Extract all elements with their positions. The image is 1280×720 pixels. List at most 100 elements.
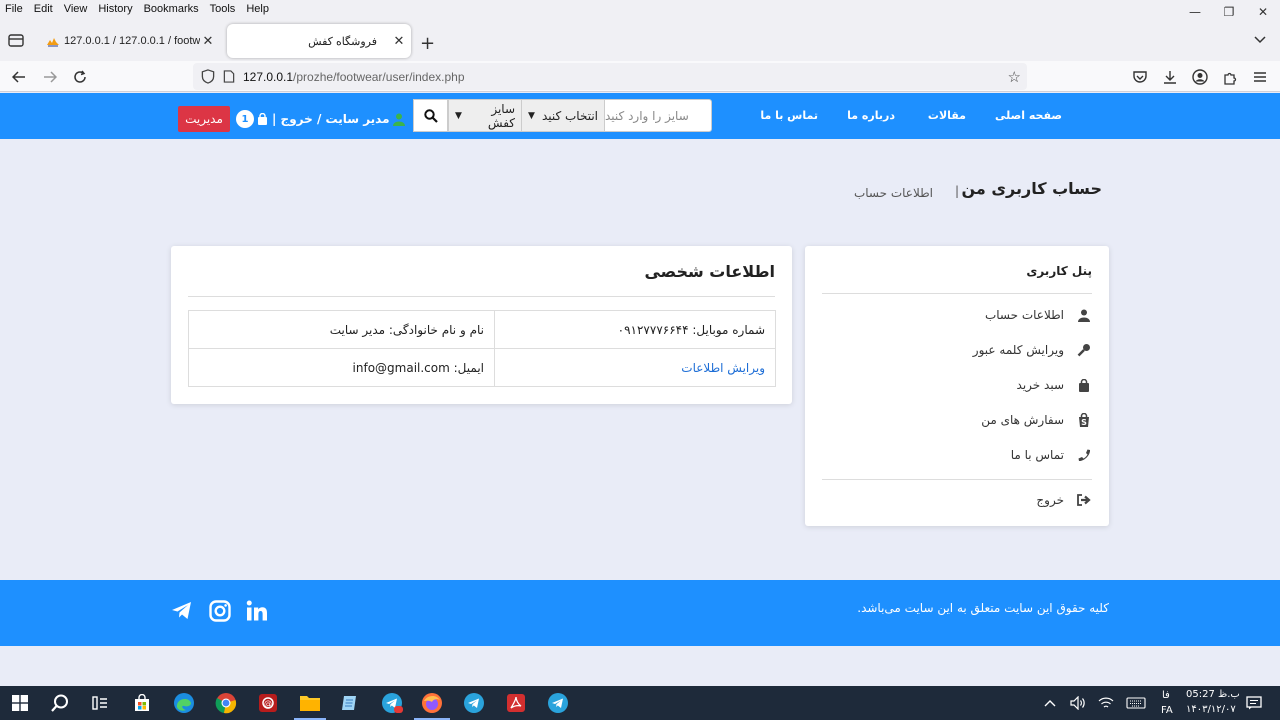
- input-language[interactable]: FA: [1161, 705, 1173, 716]
- svg-text:S: S: [1081, 418, 1087, 427]
- nav-articles[interactable]: مقالات: [928, 109, 966, 122]
- table-row: ایمیل: info@gmail.com ویرایش اطلاعات: [188, 348, 776, 387]
- url-bar[interactable]: 127.0.0.1/prozhe/footwear/user/index.php…: [193, 63, 1027, 90]
- reload-icon[interactable]: [70, 67, 90, 87]
- sidebar-item-cart[interactable]: سبد خرید: [1017, 375, 1092, 395]
- sidebar-item-label: ویرایش کلمه عبور: [972, 343, 1064, 357]
- download-icon[interactable]: [1160, 67, 1180, 87]
- telegram-icon[interactable]: [379, 690, 405, 716]
- file-explorer-icon[interactable]: [297, 690, 323, 716]
- edit-info-cell: ویرایش اطلاعات: [494, 348, 776, 387]
- menu-bookmarks[interactable]: Bookmarks: [138, 3, 204, 15]
- volume-icon[interactable]: [1067, 690, 1089, 716]
- menu-edit[interactable]: Edit: [28, 3, 58, 15]
- windows-taskbar: @ فا FA 05:27 ب.ظ ۱۴۰۳/۱۲/۰۷: [0, 686, 1280, 720]
- sidebar-item-contact[interactable]: تماس با ما: [1011, 445, 1092, 465]
- tab-footwear-store[interactable]: فروشگاه کفش ✕: [227, 24, 411, 58]
- svg-text:@: @: [264, 699, 272, 708]
- keyboard-icon[interactable]: [1123, 690, 1149, 716]
- user-logout-link[interactable]: مدیر سایت / خروج |: [272, 112, 390, 126]
- shopify-bag-icon: S: [1076, 412, 1092, 428]
- menu-history[interactable]: History: [92, 3, 137, 15]
- nav-home[interactable]: صفحه اصلی: [995, 109, 1062, 122]
- search-button[interactable]: [413, 99, 448, 132]
- menu-view[interactable]: View: [58, 3, 93, 15]
- full-name-value: نام و نام خانوادگی: مدیر سایت: [188, 310, 495, 349]
- search-icon[interactable]: [47, 690, 73, 716]
- menu-tools[interactable]: Tools: [204, 3, 241, 15]
- divider: [822, 479, 1092, 480]
- sidebar-item-label: سفارش های من: [981, 413, 1064, 427]
- choose-select-value: انتخاب کنید: [541, 108, 598, 123]
- chevron-down-icon: ▼: [528, 110, 535, 121]
- telegram-icon[interactable]: [170, 599, 194, 623]
- sidebar-item-account-info[interactable]: اطلاعات حساب: [985, 305, 1092, 325]
- tab-phpmyadmin[interactable]: 127.0.0.1 / 127.0.0.1 / footwear ✕: [40, 24, 220, 58]
- personal-info-table: نام و نام خانوادگی: مدیر سایت شماره موبا…: [188, 310, 776, 387]
- input-language-fa[interactable]: فا: [1162, 690, 1170, 701]
- sidebar-item-label: تماس با ما: [1010, 448, 1064, 462]
- divider: [822, 293, 1092, 294]
- edit-info-link[interactable]: ویرایش اطلاعات: [681, 361, 765, 375]
- forward-arrow-icon[interactable]: [40, 67, 60, 87]
- nav-about[interactable]: درباره ما: [847, 109, 895, 122]
- extensions-icon[interactable]: [1220, 67, 1240, 87]
- notepad-icon[interactable]: [337, 690, 363, 716]
- url-host: 127.0.0.1: [243, 69, 294, 84]
- chevron-up-icon[interactable]: [1040, 690, 1060, 716]
- new-tab-button[interactable]: +: [420, 33, 435, 54]
- sidebar-item-logout[interactable]: خروج: [1036, 490, 1092, 510]
- firefox-icon[interactable]: [419, 690, 445, 716]
- task-view-icon[interactable]: [87, 690, 113, 716]
- nav-contact[interactable]: تماس با ما: [760, 109, 818, 122]
- sidebar-item-my-orders[interactable]: S سفارش های من: [981, 410, 1092, 430]
- tab-list-icon[interactable]: [7, 32, 25, 48]
- telegram-icon[interactable]: [545, 690, 571, 716]
- breadcrumb: اطلاعات حساب: [853, 186, 933, 200]
- clock-date[interactable]: ۱۴۰۳/۱۲/۰۷: [1186, 704, 1236, 715]
- shoe-size-select[interactable]: سایز کفش ▼: [448, 99, 522, 132]
- size-search-input[interactable]: سایز را وارد کنید: [604, 99, 712, 132]
- close-tab-icon[interactable]: ✕: [200, 33, 216, 49]
- close-tab-icon[interactable]: ✕: [391, 33, 407, 49]
- hamburger-menu-icon[interactable]: [1250, 67, 1270, 87]
- page-title: حساب کاربری من: [961, 179, 1103, 198]
- menu-file[interactable]: File: [0, 3, 28, 15]
- page-icon[interactable]: [223, 70, 235, 83]
- admin-button[interactable]: مدیریت: [178, 106, 230, 132]
- user-panel-card: پنل کاربری اطلاعات حساب ویرایش کلمه عبور…: [805, 246, 1109, 526]
- store-icon[interactable]: [129, 690, 155, 716]
- sidebar-item-label: سبد خرید: [1016, 378, 1064, 392]
- chrome-icon[interactable]: [213, 690, 239, 716]
- back-arrow-icon[interactable]: [9, 67, 29, 87]
- instagram-icon[interactable]: [208, 599, 232, 623]
- chevron-down-icon[interactable]: [1254, 33, 1266, 47]
- shield-icon[interactable]: [201, 69, 215, 84]
- app-red-icon[interactable]: @: [255, 690, 281, 716]
- phpmyadmin-favicon-icon: [47, 38, 59, 47]
- site-footer: کلیه حقوق این سایت متعلق به این سایت می‌…: [0, 580, 1280, 646]
- linkedin-icon[interactable]: [245, 599, 269, 623]
- wifi-icon[interactable]: [1095, 690, 1117, 716]
- account-icon[interactable]: [1190, 67, 1210, 87]
- menu-help[interactable]: Help: [240, 3, 274, 15]
- shopping-bag-icon[interactable]: [257, 113, 268, 125]
- sidebar-item-change-password[interactable]: ویرایش کلمه عبور: [973, 340, 1092, 360]
- tab-bar: 127.0.0.1 / 127.0.0.1 / footwear ✕ فروشگ…: [0, 17, 1280, 61]
- key-icon: [1076, 342, 1092, 358]
- pocket-icon[interactable]: [1130, 67, 1150, 87]
- notification-icon[interactable]: [1243, 690, 1265, 716]
- table-row: نام و نام خانوادگی: مدیر سایت شماره موبا…: [188, 310, 776, 349]
- user-panel-title: پنل کاربری: [1026, 264, 1092, 278]
- telegram-icon[interactable]: [461, 690, 487, 716]
- windows-start-icon[interactable]: [7, 690, 33, 716]
- tab-title: فروشگاه کفش: [308, 35, 377, 48]
- sidebar-item-label: خروج: [1036, 493, 1064, 507]
- choose-select[interactable]: انتخاب کنید ▼: [521, 99, 605, 132]
- bookmark-star-icon[interactable]: ☆: [1008, 68, 1021, 86]
- user-icon: [1076, 307, 1092, 323]
- tab-title: 127.0.0.1 / 127.0.0.1 / footwear: [64, 35, 200, 47]
- clock-time[interactable]: 05:27 ب.ظ: [1186, 689, 1240, 700]
- edge-icon[interactable]: [171, 690, 197, 716]
- acrobat-icon[interactable]: [503, 690, 529, 716]
